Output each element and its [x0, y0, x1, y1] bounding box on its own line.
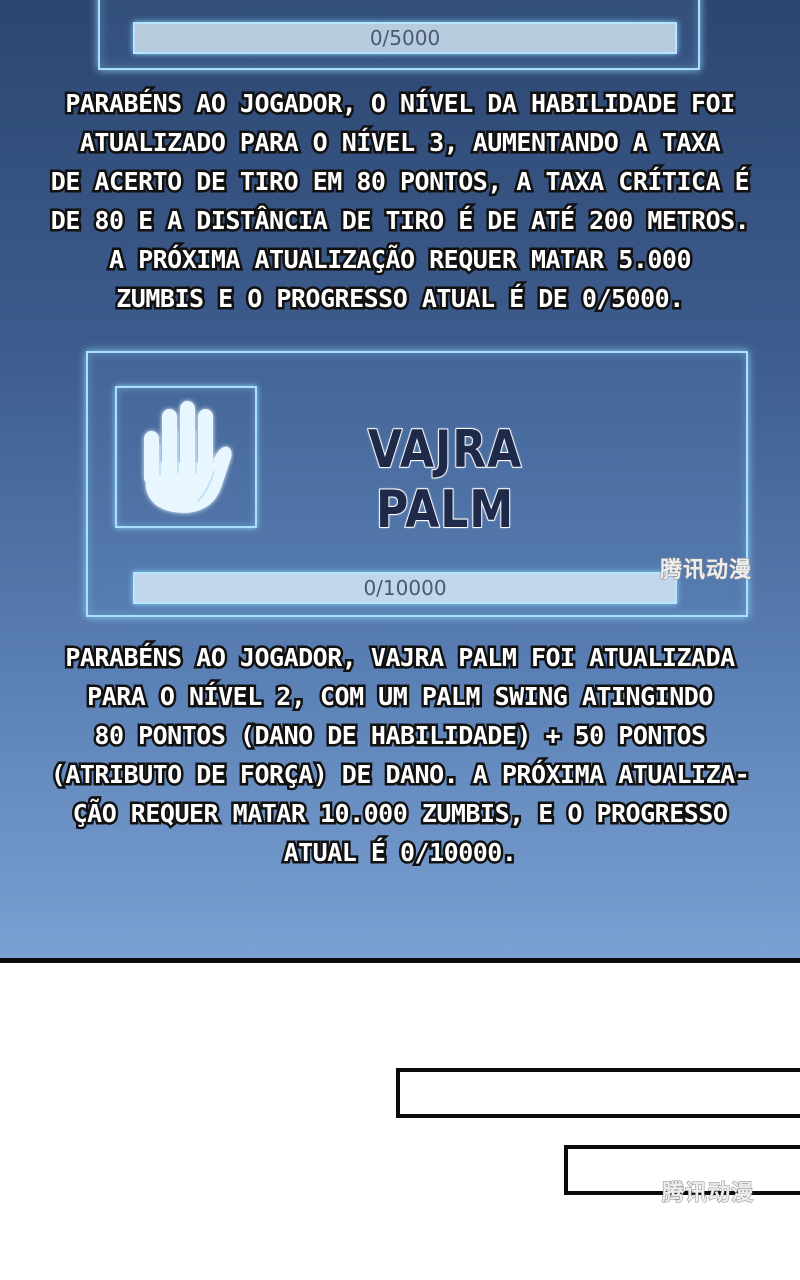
narration-line: (ATRIBUTO DE FORÇA) DE DANO. A PRÓXIMA A…	[48, 758, 752, 792]
narration-line: DE ACERTO DE TIRO EM 80 PONTOS, A TAXA C…	[48, 165, 752, 199]
skill-upgrade-narration: PARABÉNS AO JOGADOR, O NÍVEL DA HABILIDA…	[40, 84, 760, 318]
narration-line: ATUALIZADO PARA O NÍVEL 3, AUMENTANDO A …	[77, 126, 723, 160]
vajra-palm-progress-text: 0/10000	[363, 576, 447, 600]
previous-skill-progress-bar: 0/5000	[133, 22, 677, 54]
narration-line: 80 PONTOS (DANO DE HABILIDADE) + 50 PONT…	[92, 719, 709, 753]
vajra-palm-progress-bar: 0/10000	[133, 572, 677, 604]
narration-line: ZUMBIS E O PROGRESSO ATUAL É DE 0/5000.	[114, 282, 687, 316]
publisher-watermark: 腾讯动漫	[661, 1181, 755, 1207]
previous-skill-progress-text: 0/5000	[369, 26, 441, 50]
empty-caption-box	[396, 1068, 800, 1118]
narration-line: ATUAL É 0/10000.	[281, 836, 519, 870]
raised-palm-icon	[144, 401, 232, 513]
skill-name-title: VAJRA PALM	[367, 419, 523, 541]
skill-icon-frame	[115, 386, 257, 528]
comic-page: 0/5000 PARABÉNS AO JOGADOR, O NÍVEL DA H…	[0, 0, 800, 1280]
narration-line: PARA O NÍVEL 2, COM UM PALM SWING ATINGI…	[85, 680, 716, 714]
vajra-palm-upgrade-narration: PARABÉNS AO JOGADOR, VAJRA PALM FOI ATUA…	[40, 638, 760, 872]
publisher-watermark: 腾讯动漫	[659, 558, 753, 584]
narration-line: PARABÉNS AO JOGADOR, VAJRA PALM FOI ATUA…	[63, 641, 738, 675]
narration-line: A PRÓXIMA ATUALIZAÇÃO REQUER MATAR 5.000	[106, 243, 694, 277]
narration-line: PARABÉNS AO JOGADOR, O NÍVEL DA HABILIDA…	[63, 87, 738, 121]
panel-border	[0, 958, 800, 963]
narration-line: ÇÃO REQUER MATAR 10.000 ZUMBIS, E O PROG…	[70, 797, 730, 831]
narration-line: DE 80 E A DISTÂNCIA DE TIRO É DE ATÉ 200…	[48, 204, 752, 238]
